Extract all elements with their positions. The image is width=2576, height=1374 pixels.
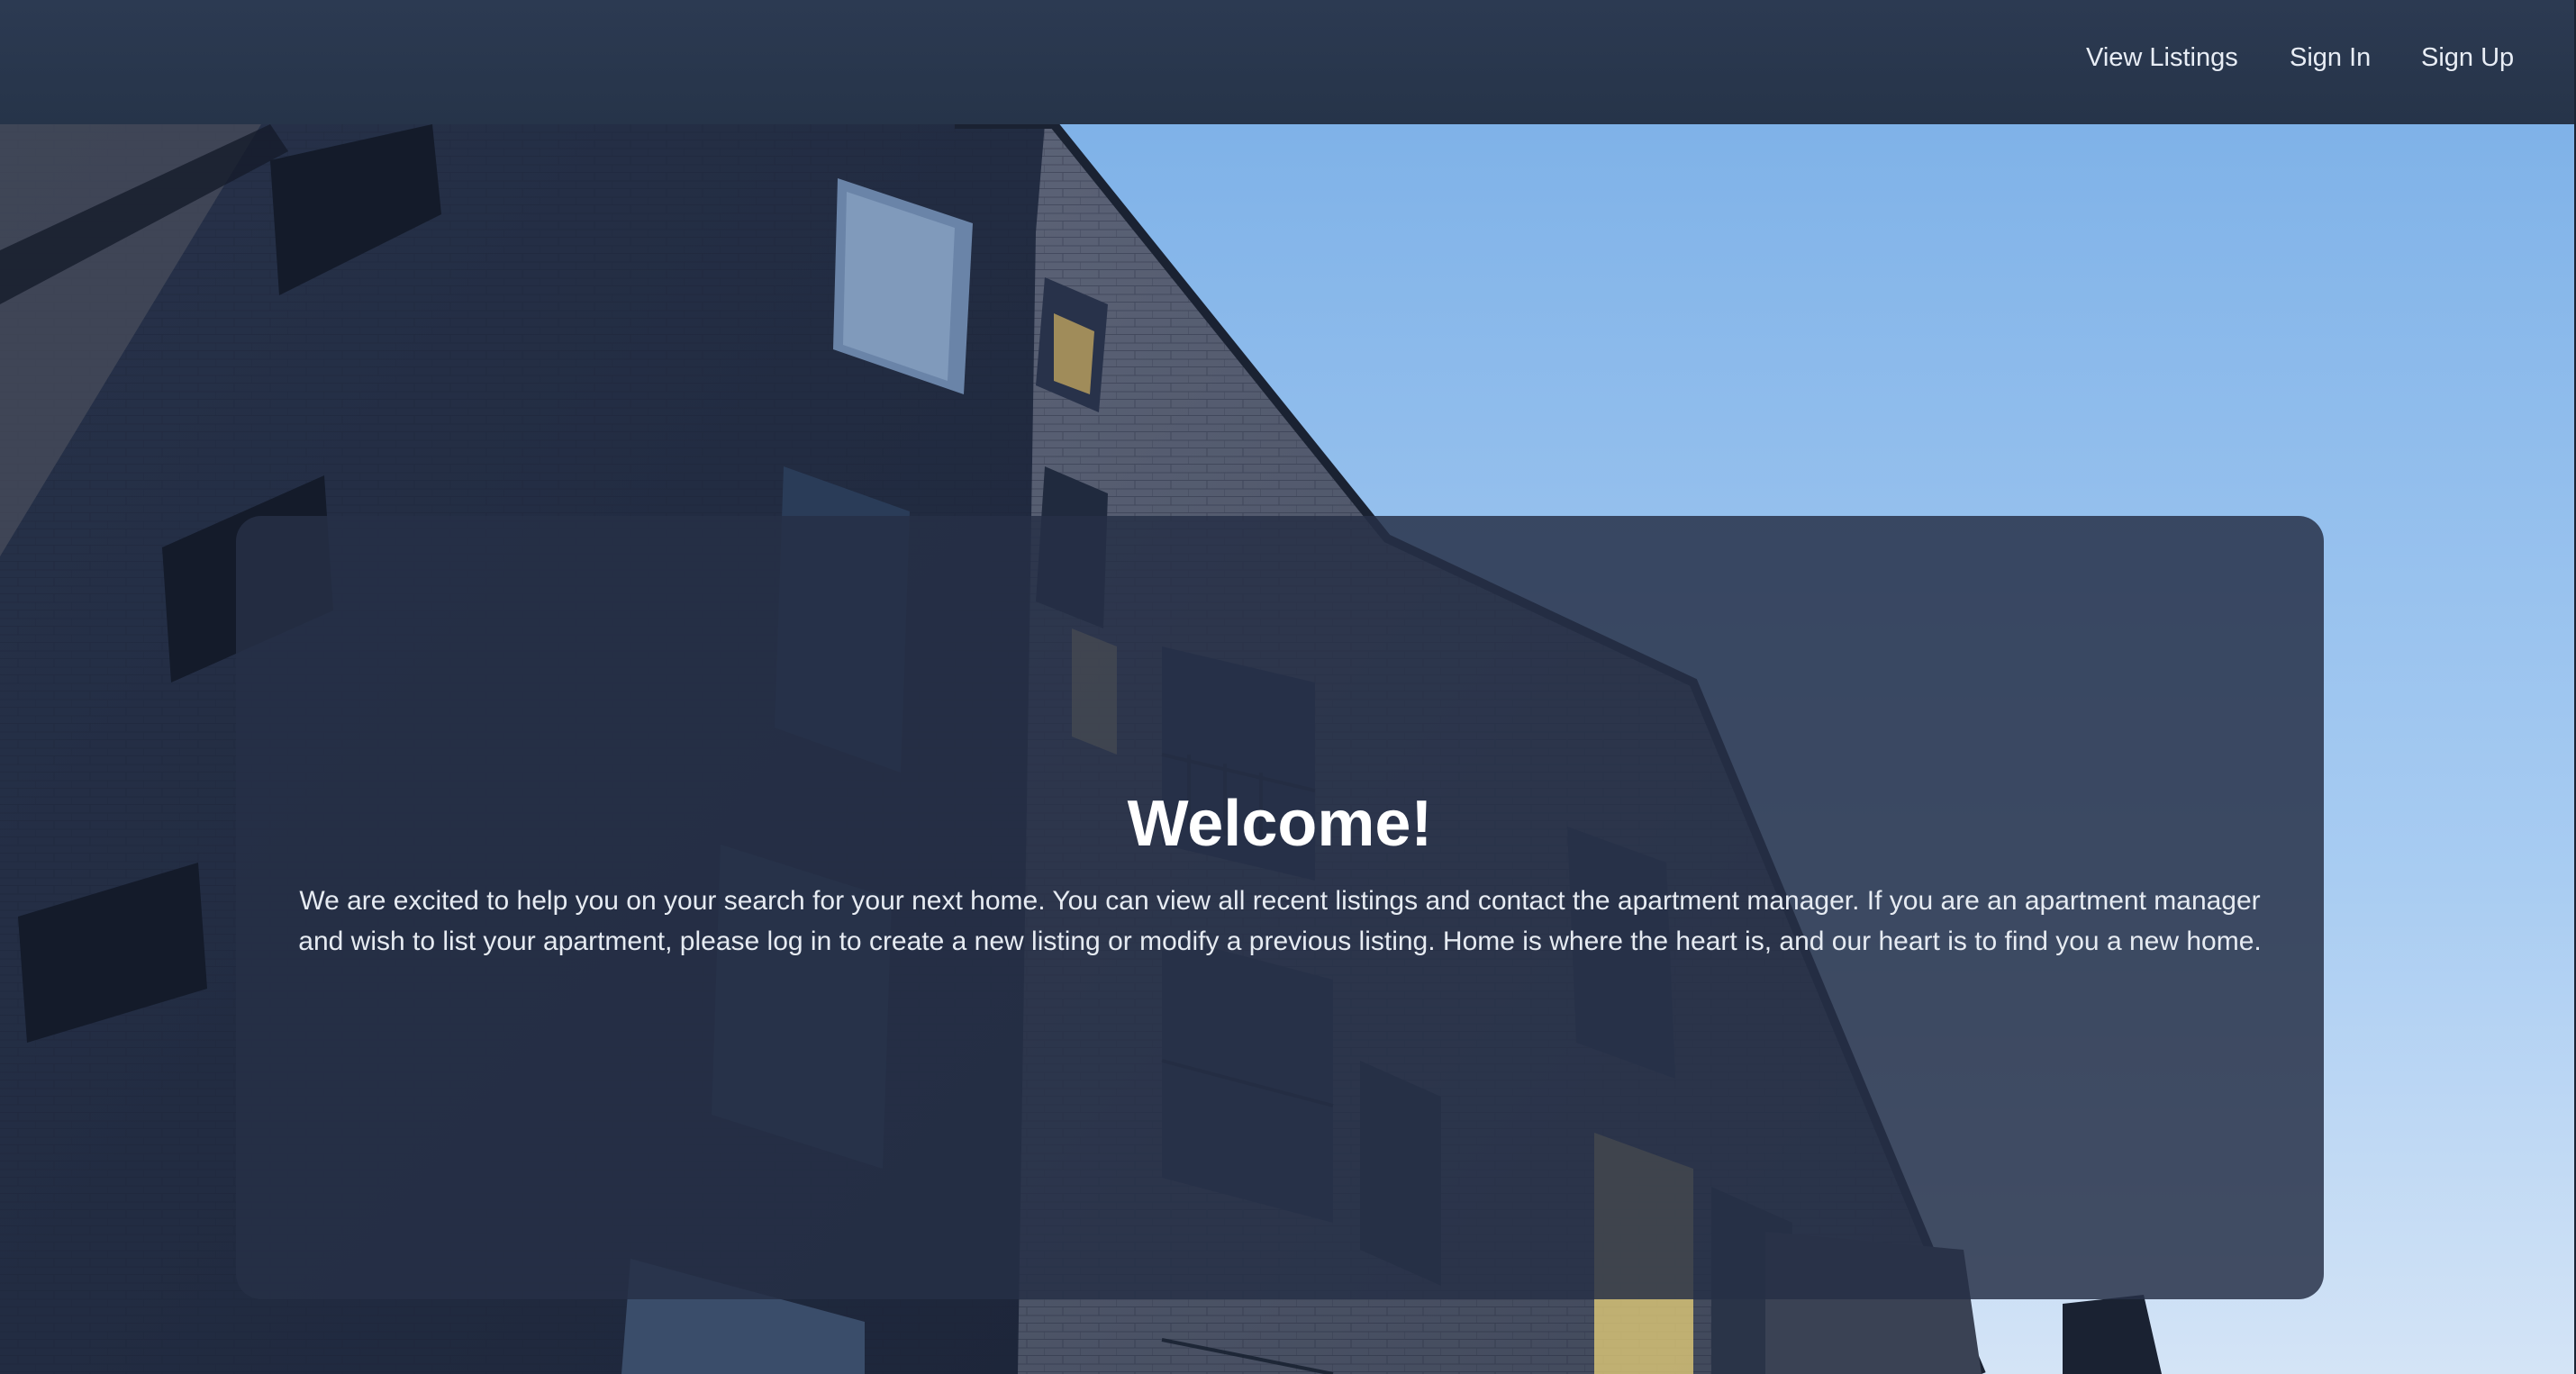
welcome-card: Welcome! We are excited to help you on y… xyxy=(236,516,2324,1299)
welcome-description: We are excited to help you on your searc… xyxy=(298,886,2262,956)
top-navbar: View Listings Sign In Sign Up xyxy=(0,0,2574,124)
nav-link-sign-in[interactable]: Sign In xyxy=(2290,40,2371,76)
nav-link-sign-up[interactable]: Sign Up xyxy=(2421,40,2514,76)
nav-link-view-listings[interactable]: View Listings xyxy=(2086,40,2238,76)
landing-page: View Listings Sign In Sign Up Welcome! W… xyxy=(0,0,2574,1374)
welcome-title: Welcome! xyxy=(1127,788,1433,860)
